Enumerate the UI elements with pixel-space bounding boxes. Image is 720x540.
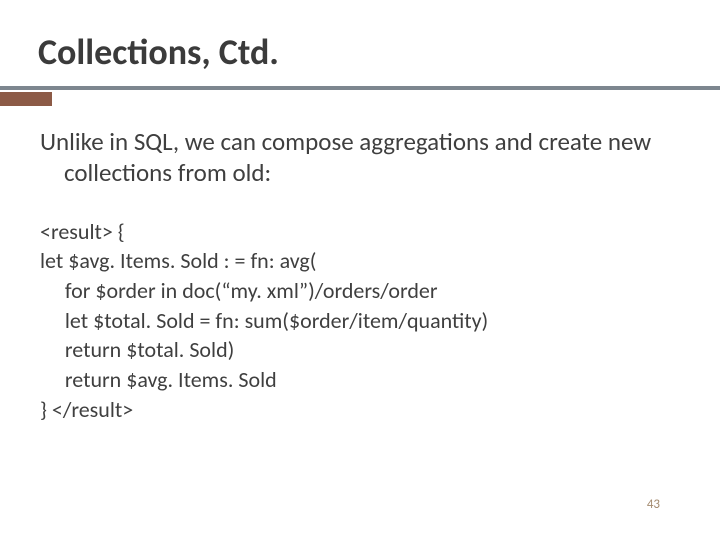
slide-title: Collections, Ctd. — [38, 30, 682, 74]
page-number: 43 — [647, 497, 660, 512]
title-area: Collections, Ctd. — [38, 30, 682, 84]
rule-accent-block — [0, 92, 52, 106]
lead-text: Unlike in SQL, we can compose aggregatio… — [40, 126, 680, 189]
title-rule — [0, 86, 720, 106]
code-block: <result> { let $avg. Items. Sold : = fn:… — [40, 217, 680, 425]
slide: Collections, Ctd. Unlike in SQL, we can … — [0, 0, 720, 540]
rule-line — [0, 86, 720, 90]
lead-text-span: Unlike in SQL, we can compose aggregatio… — [40, 126, 680, 189]
body-area: Unlike in SQL, we can compose aggregatio… — [40, 126, 680, 424]
